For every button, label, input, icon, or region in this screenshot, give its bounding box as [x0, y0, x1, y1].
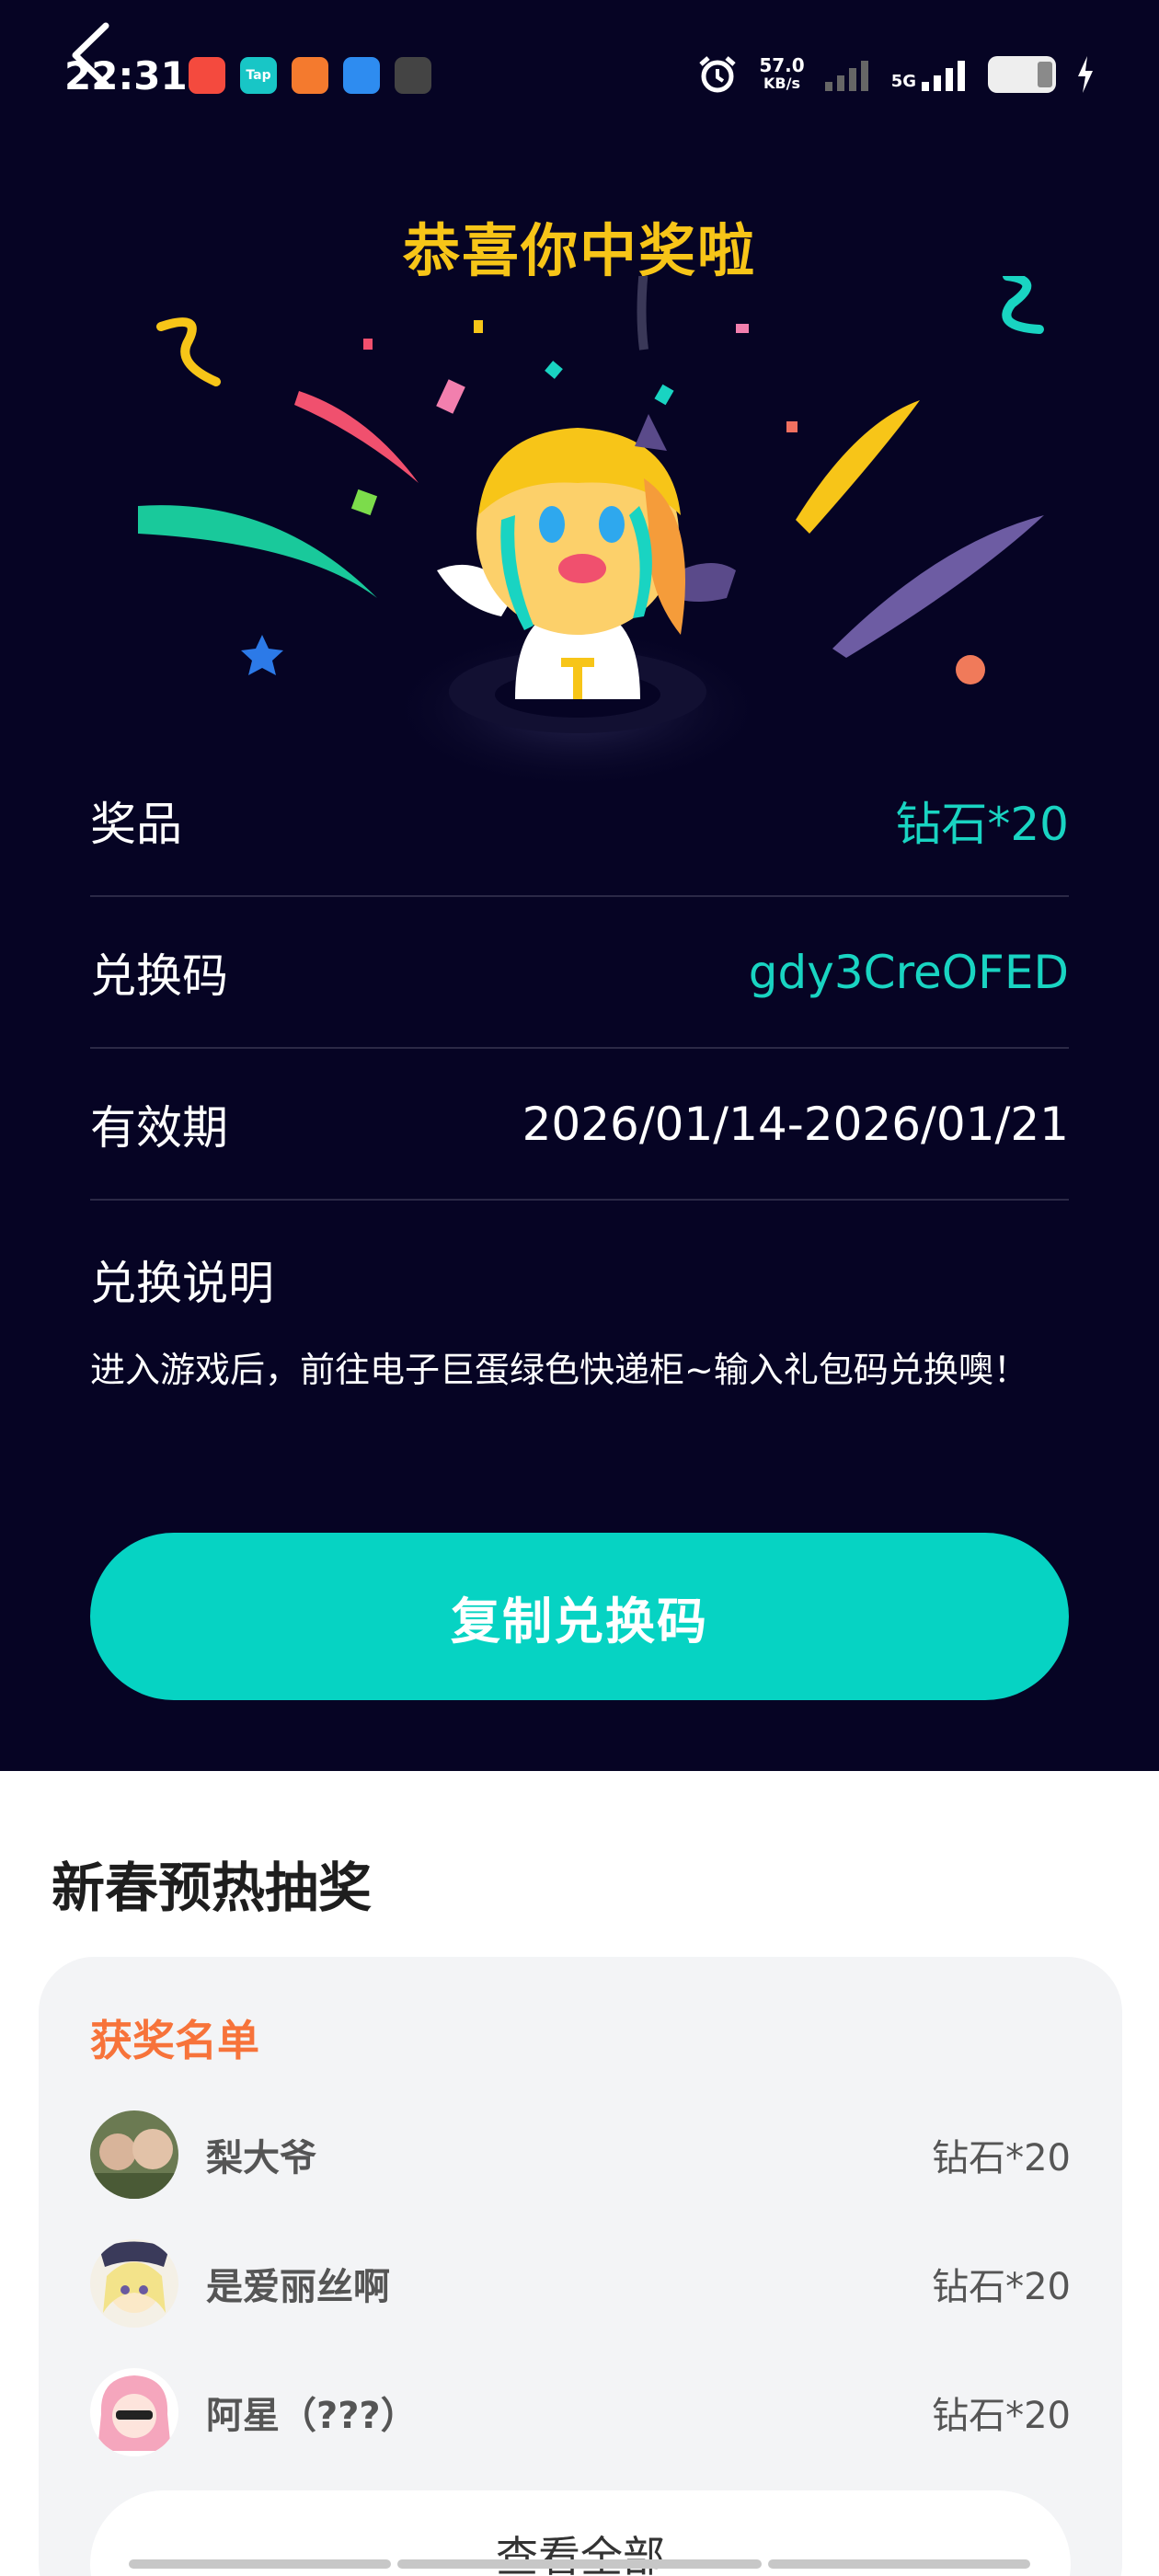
kuaishou-icon [189, 57, 225, 94]
nav-indicator [397, 2559, 762, 2569]
prize-details: 奖品 钻石*20 兑换码 gdy3CreOFED 有效期 2026/01/14-… [90, 745, 1069, 1201]
prize-panel: 22:31 Tap 57.0 KB/s 5G 恭喜你中奖啦 奖品 钻石*20 兑… [0, 0, 1159, 1771]
redeem-code-value[interactable]: gdy3CreOFED [749, 946, 1069, 999]
winners-title: 获奖名单 [90, 2016, 259, 2065]
network-speed: 57.0 KB/s [759, 54, 805, 92]
avatar [90, 2368, 178, 2456]
back-icon[interactable] [64, 18, 120, 92]
winners-card: 获奖名单 梨大爷 钻石*20 是爱丽丝啊 钻石*20 阿星（???） 钻石*20… [39, 1957, 1122, 2576]
alarm-icon [699, 56, 736, 93]
charging-icon [1078, 56, 1093, 93]
kuaishou-icon [292, 57, 328, 94]
nav-indicator [768, 2559, 1030, 2569]
signal-5g: 5G [891, 58, 968, 91]
notification-icons: Tap [189, 57, 431, 94]
prize-label: 奖品 [90, 797, 182, 851]
winner-name: 梨大爷 [206, 2137, 316, 2179]
status-bar: 22:31 Tap 57.0 KB/s 5G [0, 46, 1159, 110]
validity-label: 有效期 [90, 1100, 228, 1155]
validity-value: 2026/01/14-2026/01/21 [522, 1097, 1069, 1151]
celebration-illustration [138, 276, 1044, 791]
prize-value: 钻石*20 [895, 797, 1069, 851]
winner-prize: 钻石*20 [932, 2137, 1071, 2179]
signal-5g-icon [922, 61, 965, 91]
nav-indicator [129, 2559, 391, 2569]
code-row: 兑换码 gdy3CreOFED [90, 897, 1069, 1049]
system-indicators: 57.0 KB/s 5G [696, 53, 1095, 96]
winner-name: 是爱丽丝啊 [206, 2266, 390, 2308]
section-title: 新春预热抽奖 [52, 1857, 373, 1919]
code-label: 兑换码 [90, 949, 228, 1003]
explanation-title: 兑换说明 [90, 1257, 274, 1310]
winner-item: 梨大爷 钻石*20 [90, 2109, 1071, 2201]
congrats-headline: 恭喜你中奖啦 [402, 217, 756, 284]
signal-icon [824, 61, 868, 91]
winner-prize: 钻石*20 [932, 2395, 1071, 2437]
winner-prize: 钻石*20 [932, 2266, 1071, 2308]
winner-item: 是爱丽丝啊 钻石*20 [90, 2237, 1071, 2329]
validity-row: 有效期 2026/01/14-2026/01/21 [90, 1049, 1069, 1201]
copy-code-button[interactable]: 复制兑换码 [90, 1533, 1069, 1700]
app-icon [395, 57, 431, 94]
explanation-text: 进入游戏后，前往电子巨蛋绿色快递柜~输入礼包码兑换噢！ [90, 1350, 1028, 1390]
avatar [90, 2239, 178, 2328]
browser-icon [343, 57, 380, 94]
prize-row: 奖品 钻石*20 [90, 745, 1069, 897]
avatar [90, 2110, 178, 2199]
winner-item: 阿星（???） 钻石*20 [90, 2366, 1071, 2458]
winner-name: 阿星（???） [206, 2395, 418, 2437]
taptap-icon: Tap [240, 57, 277, 94]
battery-icon [988, 56, 1056, 93]
